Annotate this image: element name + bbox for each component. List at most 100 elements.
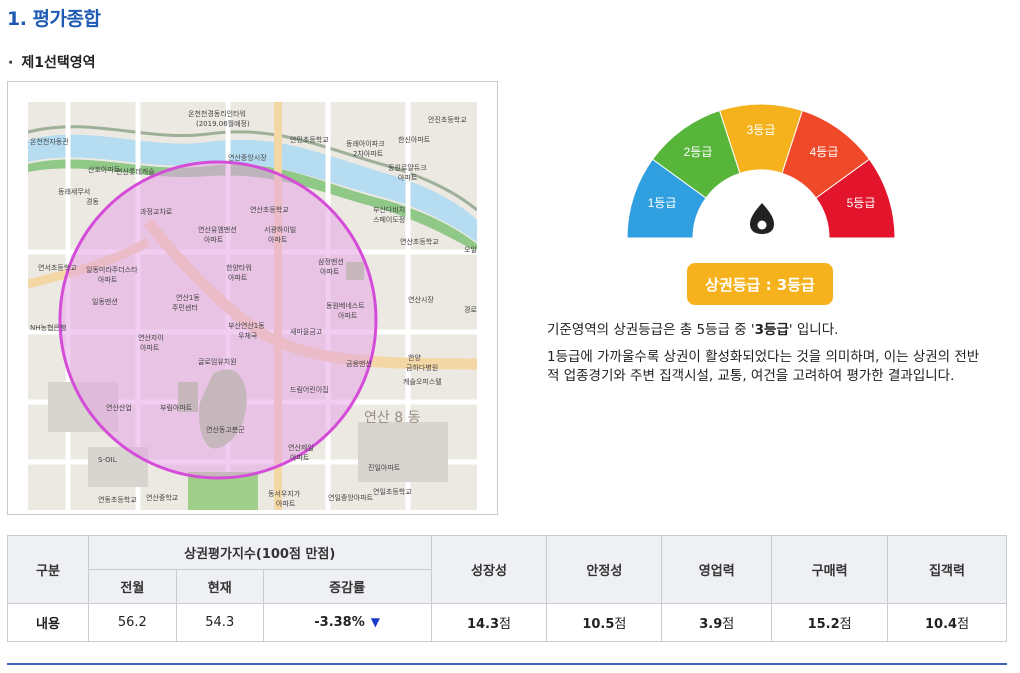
header-attraction: 집객력 [887, 535, 1007, 604]
svg-text:부림아파트: 부림아파트 [160, 403, 193, 412]
svg-text:동원베네스트: 동원베네스트 [326, 301, 365, 310]
svg-text:연산자이: 연산자이 [138, 333, 164, 342]
svg-text:글로임유치원: 글로임유치원 [198, 357, 237, 366]
svg-text:연산시장: 연산시장 [408, 295, 434, 304]
cell-sales: 3.9점 [661, 603, 773, 642]
svg-text:오일: 오일 [464, 245, 477, 254]
svg-text:아파트: 아파트 [276, 499, 296, 508]
svg-text:삼정맨션: 삼정맨션 [318, 257, 344, 266]
svg-text:2차아파트: 2차아파트 [353, 149, 384, 158]
svg-text:연일초등학교: 연일초등학교 [373, 487, 412, 496]
cell-attraction: 10.4점 [887, 603, 1007, 642]
svg-text:한신아파트: 한신아파트 [398, 135, 431, 144]
section-title-text: 제1선택영역 [21, 55, 96, 71]
svg-text:한양타워: 한양타워 [226, 263, 252, 272]
svg-text:진일아파트: 진일아파트 [368, 463, 401, 472]
growth-value: 14.3 [466, 617, 500, 632]
stability-value: 10.5 [582, 617, 615, 632]
svg-text:연산초등학교: 연산초등학교 [400, 237, 439, 246]
svg-text:금하다병원: 금하다병원 [406, 363, 438, 372]
svg-text:과정교차로: 과정교차로 [140, 207, 173, 216]
svg-text:아파트: 아파트 [320, 267, 340, 276]
section-title: · 제1선택영역 [8, 52, 95, 72]
svg-text:서광하이빌: 서광하이빌 [264, 225, 296, 234]
down-arrow-icon: ▼ [370, 615, 380, 629]
grade-label-2: 2등급 [684, 145, 713, 159]
summary-pre: 기준영역의 상권등급은 총 5등급 중 ' [547, 322, 755, 338]
cell-prev: 56.2 [87, 603, 177, 642]
row-label: 내용 [7, 603, 89, 642]
svg-text:S-OIL: S-OIL [98, 456, 117, 464]
page-title: 1. 평가종합 [7, 8, 101, 30]
map-frame: 온천천경동리인타워 (2019.06월예정) 안민초등학교 안진초등학교 온천천… [7, 81, 498, 515]
svg-text:부산연산1동: 부산연산1동 [228, 321, 265, 330]
unit: 점 [722, 617, 735, 632]
svg-text:연산동고분군: 연산동고분군 [206, 425, 245, 434]
grade-label-4: 4등급 [810, 145, 839, 159]
svg-text:동래세무서: 동래세무서 [58, 187, 90, 196]
svg-text:아파트: 아파트 [140, 343, 160, 352]
svg-text:아파트: 아파트 [338, 311, 358, 320]
grade-label-1: 1등급 [648, 196, 677, 210]
area-map[interactable]: 온천천경동리인타워 (2019.06월예정) 안민초등학교 안진초등학교 온천천… [28, 102, 477, 510]
svg-text:연산롯데캐슬: 연산롯데캐슬 [116, 167, 155, 176]
change-value: -3.38% [314, 615, 365, 630]
unit: 점 [614, 617, 627, 632]
svg-text:온천천자동관: 온천천자동관 [30, 137, 69, 146]
svg-text:안진초등학교: 안진초등학교 [428, 115, 467, 124]
svg-text:아파트: 아파트 [290, 453, 310, 462]
grade-label-3: 3등급 [747, 123, 776, 137]
svg-text:연산산업: 연산산업 [106, 403, 132, 412]
svg-text:연산중학교: 연산중학교 [146, 493, 179, 502]
svg-text:아파트: 아파트 [98, 275, 118, 284]
svg-text:한양: 한양 [408, 354, 421, 362]
grade-label-5: 5등급 [847, 196, 876, 210]
svg-text:연산1동: 연산1동 [176, 293, 200, 302]
svg-text:아파트: 아파트 [398, 173, 418, 182]
svg-text:아파트: 아파트 [228, 273, 248, 282]
svg-text:부산다비치: 부산다비치 [373, 205, 405, 214]
svg-text:연산제일: 연산제일 [288, 443, 314, 452]
attraction-value: 10.4 [925, 617, 958, 632]
svg-text:새마을금고: 새마을금고 [290, 327, 323, 336]
evaluation-table: 구분 상권평가지수(100점 만점) 성장성 안정성 영업력 구매력 집객력 전… [7, 535, 1007, 642]
cell-stability: 10.5점 [546, 603, 663, 642]
grade-gauge: 1등급 2등급 3등급 4등급 5등급 [626, 103, 896, 238]
cell-current: 54.3 [175, 603, 264, 642]
unit: 점 [957, 617, 970, 632]
cell-purchasing: 15.2점 [771, 603, 889, 642]
svg-text:아파트: 아파트 [268, 235, 288, 244]
grade-explanation-text: 1등급에 가까울수록 상권이 활성화되었다는 것을 의미하며, 이는 상권의 전… [547, 349, 980, 384]
summary-grade: 3등급 [754, 322, 789, 338]
header-sales: 영업력 [661, 535, 773, 604]
svg-text:스페이도정: 스페이도정 [373, 215, 405, 224]
unit: 점 [499, 617, 511, 632]
svg-text:연산 8 동: 연산 8 동 [364, 410, 421, 426]
svg-text:온천천경동리인타워: 온천천경동리인타워 [188, 109, 246, 118]
svg-text:캐슬오피스텔: 캐슬오피스텔 [403, 377, 442, 386]
sales-value: 3.9 [699, 617, 723, 632]
grade-badge: 상권등급 : 3등급 [687, 263, 833, 305]
svg-text:일동미라주더스타: 일동미라주더스타 [86, 265, 138, 274]
svg-text:주민센터: 주민센터 [172, 303, 198, 312]
summary-post: ' 입니다. [788, 322, 839, 338]
header-change-rate: 증감률 [262, 569, 432, 604]
svg-text:연산초등학교: 연산초등학교 [250, 205, 289, 214]
header-growth: 성장성 [430, 535, 548, 604]
svg-text:금용맨션: 금용맨션 [346, 359, 372, 368]
svg-text:동래아이파크: 동래아이파크 [346, 139, 385, 148]
header-index-group: 상권평가지수(100점 만점) [87, 535, 432, 570]
gauge-pointer-icon [750, 203, 774, 234]
header-prev-month: 전월 [87, 569, 177, 604]
svg-text:(2019.06월예정): (2019.06월예정) [196, 119, 250, 128]
svg-text:경로: 경로 [464, 305, 477, 314]
svg-text:연산유엠맨션: 연산유엠맨션 [198, 225, 237, 234]
svg-text:연산중앙시장: 연산중앙시장 [228, 153, 267, 162]
cell-growth: 14.3점 [430, 603, 548, 642]
svg-text:일동맨션: 일동맨션 [92, 297, 118, 306]
purchasing-value: 15.2 [807, 617, 840, 632]
map-image: 온천천경동리인타워 (2019.06월예정) 안민초등학교 안진초등학교 온천천… [28, 102, 477, 510]
svg-text:드림어린이집: 드림어린이집 [290, 385, 329, 394]
svg-text:연서초등학교: 연서초등학교 [38, 263, 77, 272]
header-purchasing: 구매력 [771, 535, 889, 604]
